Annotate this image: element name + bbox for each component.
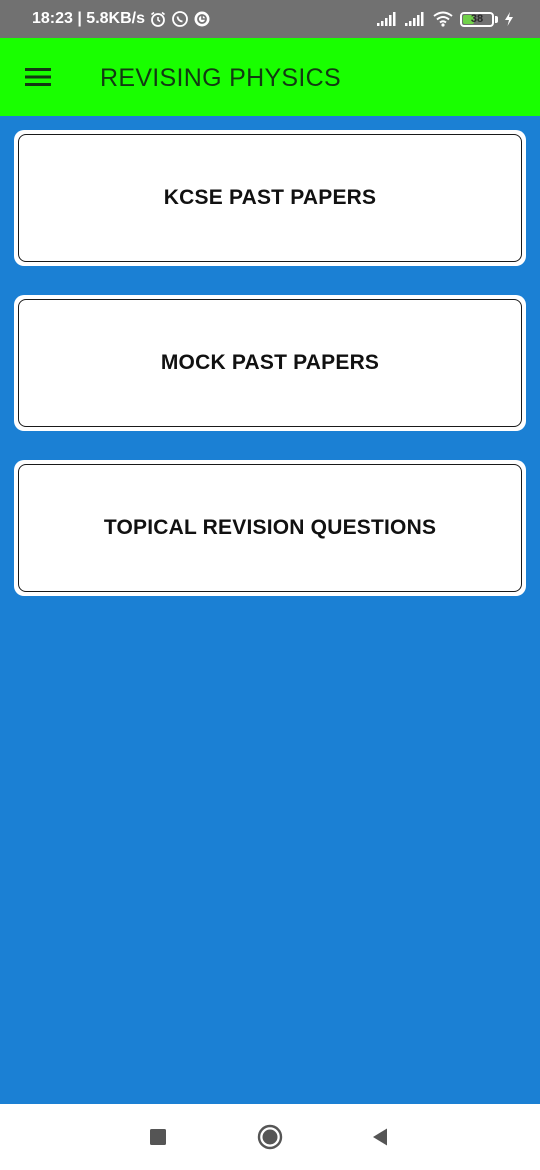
card-border: KCSE PAST PAPERS xyxy=(18,134,522,262)
card-label: KCSE PAST PAPERS xyxy=(163,186,377,209)
signal-icon xyxy=(404,11,426,27)
whatsapp-icon xyxy=(171,10,189,28)
status-time-speed: 18:23 | 5.8KB/s xyxy=(32,10,145,27)
alarm-icon xyxy=(149,10,167,28)
home-button[interactable] xyxy=(240,1104,300,1170)
topical-revision-questions-button[interactable]: TOPICAL REVISION QUESTIONS xyxy=(14,460,526,596)
back-triangle-icon xyxy=(373,1128,387,1146)
signal-icon xyxy=(376,11,398,27)
charging-icon xyxy=(504,11,514,27)
system-nav-bar xyxy=(0,1104,540,1170)
battery-cap xyxy=(495,15,498,23)
battery-body: 38 xyxy=(460,11,494,27)
status-left: 18:23 | 5.8KB/s xyxy=(32,10,211,28)
app-bar: REVISING PHYSICS xyxy=(0,38,540,116)
status-bar: 18:23 | 5.8KB/s 38 xyxy=(0,0,540,38)
battery-level: 38 xyxy=(470,13,484,25)
card-label: MOCK PAST PAPERS xyxy=(160,351,380,374)
app-title: REVISING PHYSICS xyxy=(100,64,341,92)
hamburger-menu-icon xyxy=(25,68,51,86)
mock-past-papers-button[interactable]: MOCK PAST PAPERS xyxy=(14,295,526,431)
back-button[interactable] xyxy=(350,1104,410,1170)
card-border: TOPICAL REVISION QUESTIONS xyxy=(18,464,522,592)
kcse-past-papers-button[interactable]: KCSE PAST PAPERS xyxy=(14,130,526,266)
card-border: MOCK PAST PAPERS xyxy=(18,299,522,427)
hamburger-menu-button[interactable] xyxy=(22,62,54,92)
sync-icon xyxy=(193,10,211,28)
card-label: TOPICAL REVISION QUESTIONS xyxy=(103,516,437,539)
wifi-icon xyxy=(432,11,454,27)
recents-square-icon xyxy=(150,1129,166,1145)
recents-button[interactable] xyxy=(128,1104,188,1170)
home-circle-icon xyxy=(257,1124,283,1150)
battery-icon: 38 xyxy=(460,11,498,27)
status-right: 38 xyxy=(376,0,514,38)
